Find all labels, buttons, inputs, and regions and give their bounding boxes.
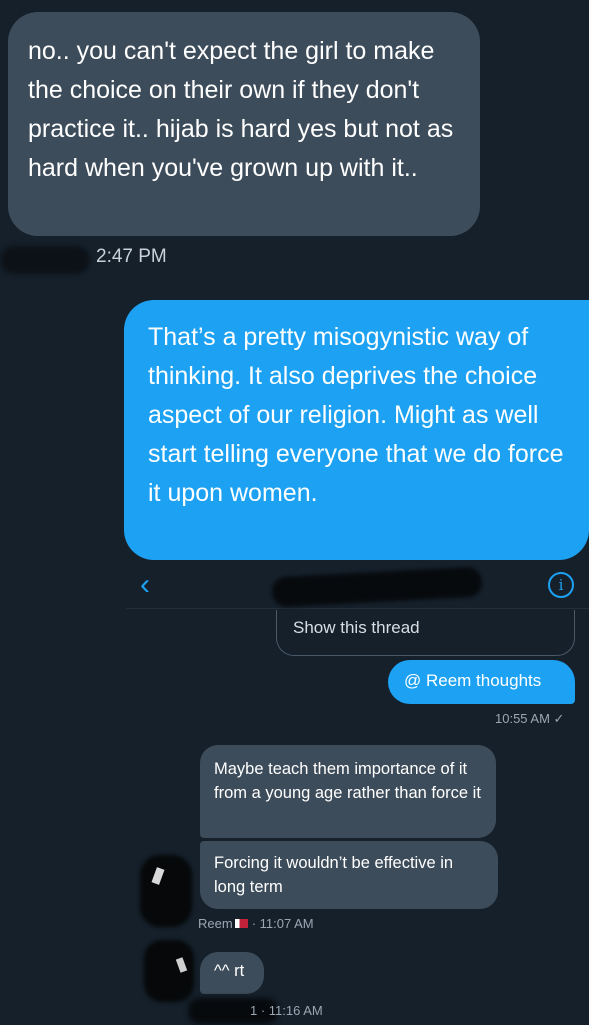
sender-name: Reem <box>198 916 233 931</box>
sent-reply-text: @ Reem thoughts <box>404 671 542 690</box>
sent-reply-bubble: @ Reem thoughts <box>388 660 575 704</box>
received-reply-text: Forcing it wouldn’t be effective in long… <box>214 854 454 896</box>
info-icon[interactable]: i <box>548 572 574 598</box>
sent-message-text: That’s a pretty misogynistic way of thin… <box>148 323 564 507</box>
avatar[interactable] <box>140 855 192 927</box>
sender-meta: Reem · 11:07 AM <box>198 916 314 931</box>
chevron-left-icon[interactable]: ‹ <box>140 568 166 602</box>
received-message-bubble: no.. you can't expect the girl to make t… <box>8 12 480 236</box>
received-reply-text: Maybe teach them importance of it from a… <box>214 760 481 802</box>
sent-reply-timestamp: 10:55 AM ✓ <box>495 711 565 726</box>
received-reply-text: ^^ rt <box>214 962 245 980</box>
show-thread-label: Show this thread <box>293 618 420 637</box>
flag-icon <box>234 919 248 928</box>
redacted-name <box>0 246 90 274</box>
message-timestamp: 2:47 PM <box>96 246 167 267</box>
sent-message-bubble: That’s a pretty misogynistic way of thin… <box>124 300 589 560</box>
reply-timestamp: 1 · 11:16 AM <box>250 1003 323 1018</box>
received-reply-bubble: Forcing it wouldn’t be effective in long… <box>200 841 498 909</box>
received-reply-bubble: ^^ rt <box>200 952 264 994</box>
received-message-text: no.. you can't expect the girl to make t… <box>28 37 454 182</box>
avatar[interactable] <box>144 940 194 1002</box>
reply-timestamp: · 11:07 AM <box>251 916 314 931</box>
received-reply-bubble: Maybe teach them importance of it from a… <box>200 745 496 838</box>
show-thread-link[interactable]: Show this thread <box>276 610 575 656</box>
